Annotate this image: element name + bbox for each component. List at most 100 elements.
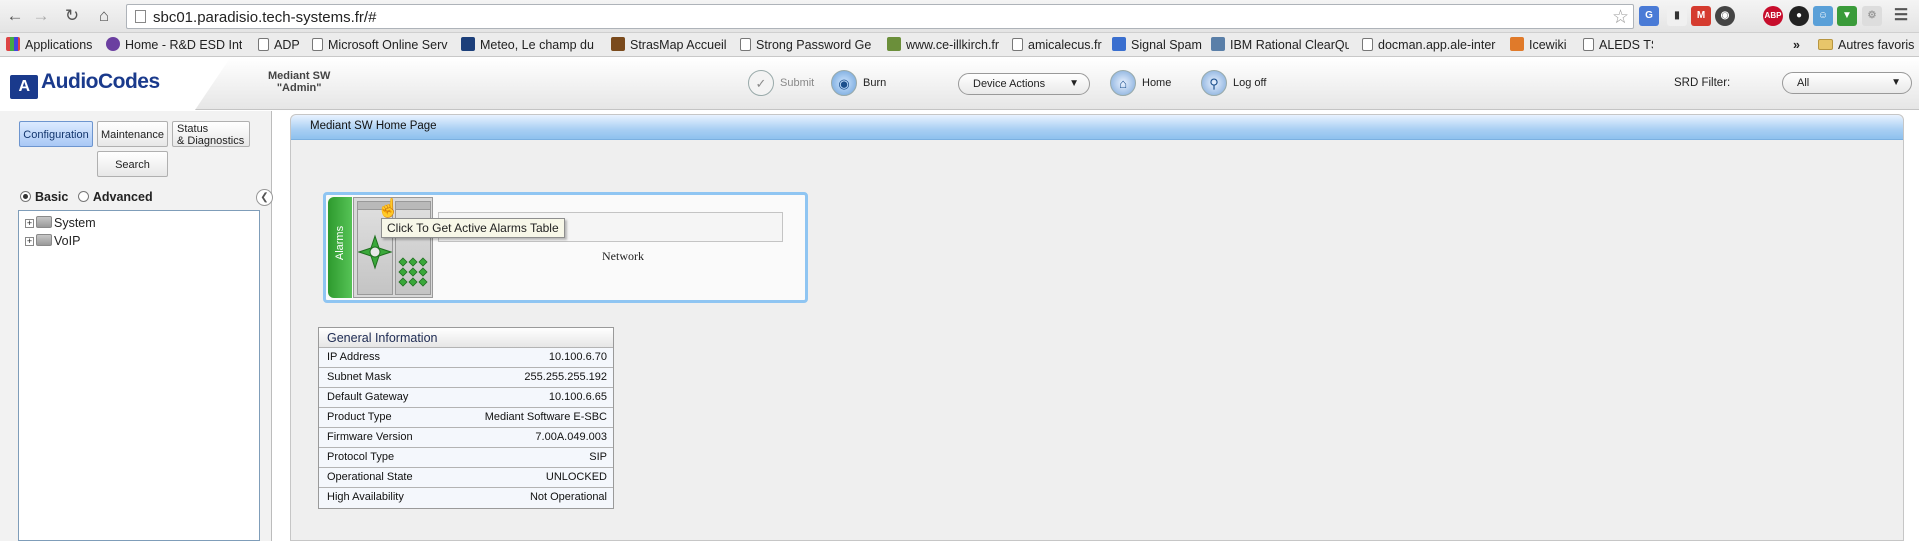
tab-maintenance[interactable]: Maintenance: [97, 121, 168, 147]
folder-icon: [36, 216, 52, 228]
bookmark-meteo[interactable]: Meteo, Le champ du: [461, 36, 598, 54]
bookmark-applications[interactable]: Applications: [6, 36, 98, 54]
bookmark-icewiki[interactable]: Icewiki: [1510, 36, 1572, 54]
extension-green-icon[interactable]: ▼: [1837, 6, 1857, 26]
bookmark-signal-spam[interactable]: Signal Spam: [1112, 36, 1208, 54]
general-information-title: General Information: [319, 328, 613, 348]
content-frame: Mediant SW Home Page Alarms Network ☝ Cl…: [290, 114, 1904, 541]
device-name: Mediant SW "Admin": [268, 70, 330, 94]
device-panel: Alarms Network ☝ Click To Get Active Ala…: [323, 192, 808, 303]
url-input[interactable]: [153, 8, 1593, 26]
gmail-icon[interactable]: M: [1691, 6, 1711, 26]
page-icon: [258, 38, 269, 51]
page-icon: [740, 38, 751, 51]
back-arrow-icon[interactable]: ←: [4, 6, 26, 26]
page-icon: [1362, 38, 1373, 51]
table-row: High Availability Not Operational: [319, 488, 613, 508]
expand-plus-icon[interactable]: +: [25, 237, 34, 246]
logoff-button[interactable]: ⚲ Log off: [1201, 68, 1266, 98]
tree-item-voip[interactable]: + VoIP: [25, 233, 80, 249]
tab-search[interactable]: Search: [97, 151, 168, 177]
chevron-down-icon: ▼: [1069, 78, 1079, 89]
home-icon: [106, 37, 120, 51]
extension-icon[interactable]: ▮: [1667, 6, 1687, 26]
chevron-down-icon: ▼: [1891, 77, 1901, 88]
radio-on-icon: [20, 191, 31, 202]
collapse-panel-icon[interactable]: ❮: [256, 189, 273, 206]
alarms-button[interactable]: Alarms: [328, 197, 352, 298]
burn-button[interactable]: ◉ Burn: [831, 68, 886, 98]
forward-arrow-icon[interactable]: →: [30, 6, 52, 26]
address-bar[interactable]: ☆: [126, 4, 1634, 29]
tab-configuration[interactable]: Configuration: [19, 121, 93, 147]
chassis-slot-right[interactable]: [395, 201, 431, 295]
burn-disk-icon: ◉: [831, 70, 857, 97]
bookmark-strong-password[interactable]: Strong Password Gen: [740, 36, 872, 54]
home-button[interactable]: ⌂ Home: [1110, 68, 1171, 98]
checkmark-icon: ✓: [748, 70, 774, 97]
signal-spam-icon: [1112, 37, 1126, 51]
tab-status-diagnostics[interactable]: Status & Diagnostics: [172, 121, 250, 147]
menu-icon[interactable]: ☰: [1891, 6, 1911, 26]
browser-toolbar: ← → ↻ ⌂ ☆ G ▮ M ◉ ABP ● ☺ ▼ ⚙ ☰: [0, 0, 1919, 33]
bookmark-ibm-clearquest[interactable]: IBM Rational ClearQu: [1211, 36, 1349, 54]
audiocodes-logo-icon: A: [10, 75, 38, 99]
ce-icon: [887, 37, 901, 51]
navigation-tree: + System + VoIP: [18, 210, 260, 541]
sbc-star-icon: [358, 234, 392, 270]
slot-stripe: [396, 202, 430, 210]
table-row: IP Address 10.100.6.70: [319, 348, 613, 368]
abp-icon[interactable]: ABP: [1763, 6, 1783, 26]
bookmark-ce-illkirch[interactable]: www.ce-illkirch.fr: [887, 36, 1001, 54]
table-row: Operational State UNLOCKED: [319, 468, 613, 488]
translate-icon[interactable]: G: [1639, 6, 1659, 26]
strasmap-icon: [611, 37, 625, 51]
table-row: Product Type Mediant Software E-SBC: [319, 408, 613, 428]
page-title-bar: Mediant SW Home Page: [291, 115, 1903, 140]
bookmark-rd-home[interactable]: Home - R&D ESD Intr: [106, 36, 242, 54]
table-row: Subnet Mask 255.255.255.192: [319, 368, 613, 388]
tree-item-system[interactable]: + System: [25, 215, 96, 231]
folder-icon: [36, 234, 52, 246]
expand-plus-icon[interactable]: +: [25, 219, 34, 228]
other-bookmarks-folder[interactable]: Autres favoris: [1818, 36, 1918, 54]
house-icon: ⌂: [1110, 70, 1136, 97]
extension-dark-icon[interactable]: ●: [1789, 6, 1809, 26]
srd-filter-label: SRD Filter:: [1674, 77, 1731, 89]
alarms-tooltip: Click To Get Active Alarms Table: [381, 218, 565, 238]
left-navigation: Configuration Maintenance Status & Diagn…: [0, 111, 273, 541]
submit-button[interactable]: ✓ Submit: [748, 68, 814, 98]
srd-filter-select[interactable]: All ▼: [1782, 72, 1912, 94]
home-icon[interactable]: ⌂: [93, 6, 115, 26]
folder-icon: [1818, 39, 1833, 50]
basic-radio[interactable]: Basic: [20, 190, 68, 204]
bookmarks-overflow-chevron[interactable]: »: [1793, 36, 1807, 54]
page-icon: [1012, 38, 1023, 51]
radio-off-icon: [77, 191, 89, 202]
extension-round-icon[interactable]: ◉: [1715, 6, 1735, 26]
reload-icon[interactable]: ↻: [61, 6, 83, 26]
app-header: A AudioCodes Mediant SW "Admin" ✓ Submit ◉…: [0, 58, 1919, 110]
page-icon: [135, 10, 146, 23]
bookmark-adp[interactable]: ADP: [258, 36, 308, 54]
device-model: Mediant SW: [268, 70, 331, 82]
page-title: Mediant SW Home Page: [310, 120, 437, 132]
view-mode-toggle: Basic Advanced: [20, 190, 153, 204]
general-information-table: General Information IP Address 10.100.6.7…: [318, 327, 614, 509]
table-row: Protocol Type SIP: [319, 448, 613, 468]
device-actions-dropdown[interactable]: Device Actions ▼: [958, 73, 1090, 95]
bookmark-microsoft-online[interactable]: Microsoft Online Serv: [312, 36, 450, 54]
hand-cursor-icon: ☝: [377, 198, 400, 218]
bookmark-aleds-ts[interactable]: ALEDS TS: [1583, 36, 1653, 54]
extension-blue-icon[interactable]: ☺: [1813, 6, 1833, 26]
table-row: Default Gateway 10.100.6.65: [319, 388, 613, 408]
table-row: Firmware Version 7.00A.049.003: [319, 428, 613, 448]
extension-faded-icon[interactable]: ⚙: [1862, 6, 1882, 26]
ibm-icon: [1211, 37, 1225, 51]
meteo-icon: [461, 37, 475, 51]
bookmark-star-icon[interactable]: ☆: [1612, 6, 1629, 29]
bookmark-amicalecus[interactable]: amicalecus.fr: [1012, 36, 1103, 54]
bookmark-docman[interactable]: docman.app.ale-inter: [1362, 36, 1500, 54]
advanced-radio[interactable]: Advanced: [77, 190, 153, 204]
bookmark-strasmap[interactable]: StrasMap Accueil: [611, 36, 731, 54]
